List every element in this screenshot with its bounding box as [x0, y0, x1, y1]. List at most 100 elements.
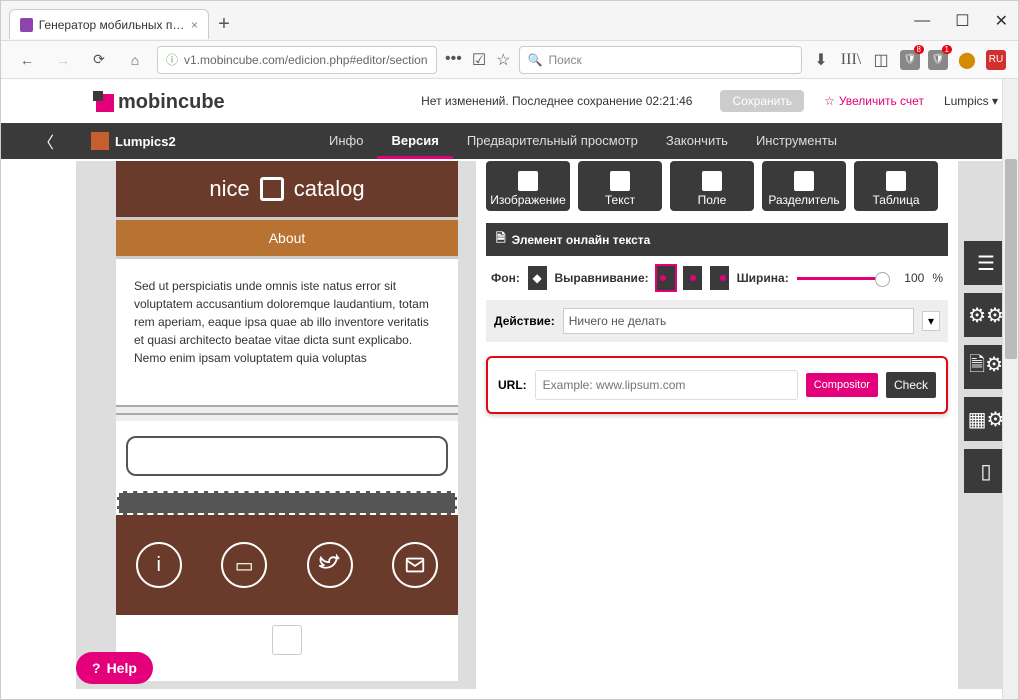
editor-canvas: nice catalog About Sed ut perspiciatis u… — [76, 161, 1008, 689]
browser-tab-bar: Генератор мобильных прило × + — ☐ ✕ — [1, 1, 1018, 41]
align-label: Выравнивание: — [555, 271, 649, 285]
preview-logo-icon — [260, 177, 284, 201]
preview-lines — [116, 405, 458, 421]
library-icon[interactable]: III\ — [840, 49, 862, 71]
bg-label: Фон: — [491, 271, 520, 285]
back-chevron-icon[interactable]: 〈 — [1, 129, 91, 153]
properties-panel: Изображение Текст Поле Разделитель Табли… — [476, 161, 958, 689]
preview-title-left: nice — [209, 176, 249, 202]
url-text: v1.mobincube.com/edicion.php#editor/sect… — [184, 53, 427, 67]
logo[interactable]: mobincube — [96, 91, 225, 114]
text-icon — [610, 171, 630, 191]
address-bar: ← → ⟳ ⌂ ⓘ v1.mobincube.com/edicion.php#e… — [1, 41, 1018, 79]
width-value[interactable]: 100 — [904, 271, 924, 285]
action-select[interactable]: Ничего не делать — [563, 308, 914, 334]
image-icon — [518, 171, 538, 191]
info-icon: ⓘ — [166, 51, 178, 68]
tool-field[interactable]: Поле — [670, 161, 754, 211]
align-right[interactable] — [710, 266, 729, 290]
project-icon — [91, 132, 109, 150]
download-icon[interactable]: ⬇ — [810, 49, 832, 71]
home-button[interactable]: ⌂ — [121, 52, 149, 68]
tab-version[interactable]: Версия — [377, 123, 452, 159]
options-row: Фон: ◆ Выравнивание: Ширина: 100 % — [486, 256, 948, 300]
field-icon — [702, 171, 722, 191]
logo-icon — [96, 94, 114, 112]
tool-table[interactable]: Таблица — [854, 161, 938, 211]
preview-button-element[interactable] — [126, 436, 448, 476]
browser-tab[interactable]: Генератор мобильных прило × — [9, 9, 209, 39]
check-button[interactable]: Check — [886, 372, 936, 398]
search-placeholder: Поиск — [548, 53, 581, 67]
mail-icon[interactable] — [392, 542, 438, 588]
tool-image[interactable]: Изображение — [486, 161, 570, 211]
search-icon: 🔍 — [528, 53, 543, 67]
align-center[interactable] — [683, 266, 702, 290]
maximize-button[interactable]: ☐ — [955, 11, 969, 31]
question-icon: ? — [92, 660, 101, 676]
reload-button[interactable]: ⟳ — [85, 51, 113, 68]
compositor-button[interactable]: Compositor — [806, 373, 878, 397]
favicon — [20, 18, 33, 32]
divider-icon — [794, 171, 814, 191]
preview-device-home — [116, 615, 458, 665]
close-icon[interactable]: × — [191, 18, 198, 32]
panel-heading: 🗎 Элемент онлайн текста — [486, 223, 948, 256]
preview-selected-element[interactable] — [117, 491, 457, 515]
extension-other[interactable]: ⬤ — [956, 49, 978, 71]
project-name[interactable]: Lumpics2 — [115, 134, 315, 149]
tab-tools[interactable]: Инструменты — [742, 123, 851, 159]
online-text-icon: 🗎 — [496, 229, 506, 250]
percent-label: % — [932, 271, 943, 285]
action-label: Действие: — [494, 314, 555, 328]
preview-header: nice catalog — [116, 161, 458, 217]
tab-info[interactable]: Инфо — [315, 123, 377, 159]
new-tab-button[interactable]: + — [209, 9, 239, 40]
bookmark-icon[interactable]: ☆ — [496, 50, 510, 70]
info-icon[interactable]: i — [136, 542, 182, 588]
extension-adguard[interactable]: 🛡1 — [928, 50, 948, 70]
save-status: Нет изменений. Последнее сохранение 02:2… — [421, 94, 692, 108]
forward-button[interactable]: → — [49, 52, 77, 68]
url-label: URL: — [498, 378, 527, 392]
tool-text[interactable]: Текст — [578, 161, 662, 211]
width-slider[interactable] — [797, 277, 883, 280]
url-block: URL: Compositor Check — [486, 356, 948, 414]
scrollbar-thumb[interactable] — [1005, 159, 1017, 359]
url-field[interactable]: ⓘ v1.mobincube.com/edicion.php#editor/se… — [157, 46, 437, 74]
close-window-button[interactable]: ✕ — [995, 11, 1008, 31]
preview-footer: i ▭ — [116, 515, 458, 615]
preview-about-bar[interactable]: About — [116, 217, 458, 259]
lang-badge[interactable]: RU — [986, 50, 1006, 70]
sub-nav: 〈 Lumpics2 Инфо Версия Предварительный п… — [1, 123, 1018, 159]
phone-preview[interactable]: nice catalog About Sed ut perspiciatis u… — [116, 161, 458, 681]
extension-ublock[interactable]: 🛡8 — [900, 50, 920, 70]
tool-divider[interactable]: Разделитель — [762, 161, 846, 211]
url-input[interactable] — [535, 370, 798, 400]
tab-preview[interactable]: Предварительный просмотр — [453, 123, 652, 159]
book-icon[interactable]: ▭ — [221, 542, 267, 588]
tab-finish[interactable]: Закончить — [652, 123, 742, 159]
tab-title: Генератор мобильных прило — [39, 18, 185, 32]
more-icon[interactable]: ••• — [445, 50, 462, 70]
minimize-button[interactable]: — — [914, 12, 930, 30]
action-row: Действие: Ничего не делать ▾ — [486, 300, 948, 342]
preview-text-block[interactable]: Sed ut perspiciatis unde omnis iste natu… — [116, 259, 458, 385]
reader-icon[interactable]: ☑ — [472, 50, 486, 70]
bg-picker[interactable]: ◆ — [528, 266, 547, 290]
search-field[interactable]: 🔍 Поиск — [519, 46, 803, 74]
sidebar-icon[interactable]: ◫ — [870, 49, 892, 71]
table-icon — [886, 171, 906, 191]
help-button[interactable]: ? Help — [76, 652, 153, 684]
upgrade-link[interactable]: ☆ Увеличить счет — [824, 94, 924, 108]
align-left[interactable] — [657, 266, 676, 290]
save-button[interactable]: Сохранить — [720, 90, 804, 112]
back-button[interactable]: ← — [13, 52, 41, 68]
dropdown-icon[interactable]: ▾ — [922, 311, 940, 331]
element-toolbox: Изображение Текст Поле Разделитель Табли… — [486, 161, 948, 211]
scrollbar[interactable] — [1002, 79, 1018, 699]
twitter-icon[interactable] — [307, 542, 353, 588]
logo-text: mobincube — [118, 91, 225, 114]
user-menu[interactable]: Lumpics ▾ — [944, 94, 998, 108]
preview-title-right: catalog — [294, 176, 365, 202]
